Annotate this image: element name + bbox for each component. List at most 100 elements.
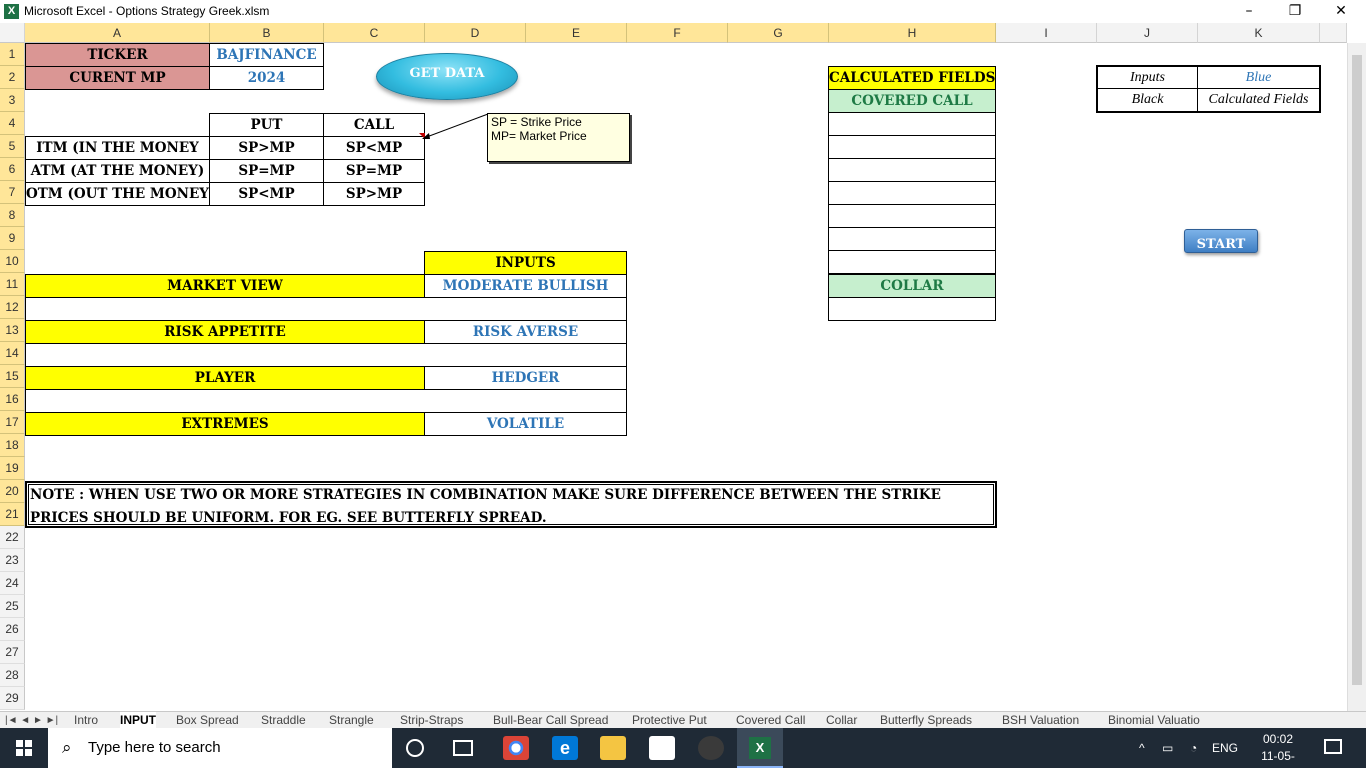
- row-header-18[interactable]: 18: [0, 434, 25, 457]
- blank-row-14[interactable]: [25, 343, 627, 367]
- ticker-value[interactable]: BAJFINANCE: [209, 43, 324, 67]
- sheet-tab[interactable]: BSH Valuation: [1002, 712, 1079, 729]
- row-header-16[interactable]: 16: [0, 388, 25, 411]
- calc-cell[interactable]: [828, 112, 996, 136]
- sheet-tab[interactable]: Box Spread: [176, 712, 239, 729]
- row-header-2[interactable]: 2: [0, 66, 25, 89]
- minimize-button[interactable]: –: [1226, 0, 1272, 23]
- taskbar-search[interactable]: ⌕ Type here to search: [48, 728, 392, 768]
- media-app-icon[interactable]: [698, 736, 724, 760]
- row-header-9[interactable]: 9: [0, 227, 25, 250]
- legend-black[interactable]: Black: [1098, 89, 1198, 111]
- network-icon[interactable]: ▭: [1162, 728, 1173, 768]
- row-header-12[interactable]: 12: [0, 296, 25, 319]
- inputs-header[interactable]: INPUTS: [424, 251, 627, 275]
- calculated-fields-header[interactable]: CALCULATED FIELDS: [828, 66, 996, 90]
- legend-blue[interactable]: Blue: [1198, 67, 1319, 89]
- blank-row-16[interactable]: [25, 389, 627, 413]
- market-view-label[interactable]: MARKET VIEW: [25, 274, 425, 298]
- extremes-value[interactable]: VOLATILE: [424, 412, 627, 436]
- column-header-f[interactable]: F: [627, 23, 728, 43]
- wifi-icon[interactable]: ◔: [1190, 728, 1197, 768]
- column-header-d[interactable]: D: [425, 23, 526, 43]
- row-header-23[interactable]: 23: [0, 549, 25, 572]
- itm-put[interactable]: SP>MP: [209, 136, 324, 160]
- column-header-h[interactable]: H: [829, 23, 996, 43]
- sheet-tab[interactable]: Butterfly Spreads: [880, 712, 972, 729]
- row-header-27[interactable]: 27: [0, 641, 25, 664]
- sheet-tab[interactable]: Strip-Straps: [400, 712, 463, 729]
- restore-button[interactable]: ❐: [1272, 0, 1318, 23]
- mp-value[interactable]: 2024: [209, 66, 324, 90]
- column-header-a[interactable]: A: [25, 23, 210, 43]
- store-icon[interactable]: [649, 736, 675, 760]
- notification-icon[interactable]: [1324, 739, 1342, 754]
- sheet-tab[interactable]: Covered Call: [736, 712, 805, 729]
- row-header-26[interactable]: 26: [0, 618, 25, 641]
- language-indicator[interactable]: ENG: [1212, 728, 1238, 768]
- calc-cell[interactable]: [828, 135, 996, 159]
- otm-put[interactable]: SP<MP: [209, 182, 324, 206]
- column-header-g[interactable]: G: [728, 23, 829, 43]
- column-header-k[interactable]: K: [1198, 23, 1320, 43]
- legend-calculated-fields[interactable]: Calculated Fields: [1198, 89, 1319, 111]
- calc-cell[interactable]: [828, 158, 996, 182]
- row-header-10[interactable]: 10: [0, 250, 25, 273]
- windows-start-icon[interactable]: [16, 740, 32, 756]
- row-header-11[interactable]: 11: [0, 273, 25, 296]
- row-header-15[interactable]: 15: [0, 365, 25, 388]
- get-data-button[interactable]: GET DATA: [376, 53, 518, 100]
- itm-call[interactable]: SP<MP: [323, 136, 425, 160]
- tab-scroll-arrows[interactable]: |◄ ◄ ► ►|: [5, 712, 58, 729]
- column-header-j[interactable]: J: [1097, 23, 1198, 43]
- column-header-i[interactable]: I: [996, 23, 1097, 43]
- legend-inputs[interactable]: Inputs: [1098, 67, 1198, 89]
- row-header-17[interactable]: 17: [0, 411, 25, 434]
- atm-label[interactable]: ATM (AT THE MONEY): [25, 159, 210, 183]
- note-text[interactable]: NOTE : WHEN USE TWO OR MORE STRATEGIES I…: [25, 481, 997, 528]
- select-all-corner[interactable]: [0, 23, 25, 43]
- column-header-c[interactable]: C: [324, 23, 425, 43]
- edge-icon[interactable]: e: [552, 736, 578, 760]
- sheet-tab[interactable]: Binomial Valuatio: [1108, 712, 1200, 729]
- scrollbar-thumb[interactable]: [1352, 55, 1362, 685]
- market-view-value[interactable]: MODERATE BULLISH: [424, 274, 627, 298]
- row-header-28[interactable]: 28: [0, 664, 25, 687]
- row-header-1[interactable]: 1: [0, 43, 25, 66]
- chrome-icon[interactable]: [503, 736, 529, 760]
- sheet-tab[interactable]: Collar: [826, 712, 857, 729]
- row-header-5[interactable]: 5: [0, 135, 25, 158]
- row-header-20[interactable]: 20: [0, 480, 25, 503]
- calc-cell[interactable]: [828, 204, 996, 228]
- row-header-13[interactable]: 13: [0, 319, 25, 342]
- sheet-tab[interactable]: Protective Put: [632, 712, 707, 729]
- extremes-label[interactable]: EXTREMES: [25, 412, 425, 436]
- sheet-tab[interactable]: Intro: [74, 712, 98, 729]
- row-header-24[interactable]: 24: [0, 572, 25, 595]
- collar-header[interactable]: COLLAR: [828, 274, 996, 298]
- tray-chevron-icon[interactable]: ^: [1139, 728, 1145, 768]
- close-button[interactable]: ✕: [1318, 0, 1364, 23]
- row-header-8[interactable]: 8: [0, 204, 25, 227]
- calc-cell[interactable]: [828, 297, 996, 321]
- column-header-e[interactable]: E: [526, 23, 627, 43]
- row-header-19[interactable]: 19: [0, 457, 25, 480]
- row-header-21[interactable]: 21: [0, 503, 25, 526]
- itm-label[interactable]: ITM (IN THE MONEY: [25, 136, 210, 160]
- otm-label[interactable]: OTM (OUT THE MONEY): [25, 182, 210, 206]
- vertical-scrollbar[interactable]: [1347, 43, 1366, 711]
- ticker-label[interactable]: TICKER: [25, 43, 210, 67]
- sheet-tab[interactable]: Straddle: [261, 712, 306, 729]
- blank-row-12[interactable]: [25, 297, 627, 321]
- put-header[interactable]: PUT: [209, 113, 324, 137]
- sheet-tab[interactable]: Bull-Bear Call Spread: [493, 712, 608, 729]
- calc-cell[interactable]: [828, 250, 996, 274]
- mp-label[interactable]: CURENT MP: [25, 66, 210, 90]
- atm-put[interactable]: SP=MP: [209, 159, 324, 183]
- player-value[interactable]: HEDGER: [424, 366, 627, 390]
- row-header-4[interactable]: 4: [0, 112, 25, 135]
- file-explorer-icon[interactable]: [600, 736, 626, 760]
- calc-cell[interactable]: [828, 181, 996, 205]
- player-label[interactable]: PLAYER: [25, 366, 425, 390]
- row-header-3[interactable]: 3: [0, 89, 25, 112]
